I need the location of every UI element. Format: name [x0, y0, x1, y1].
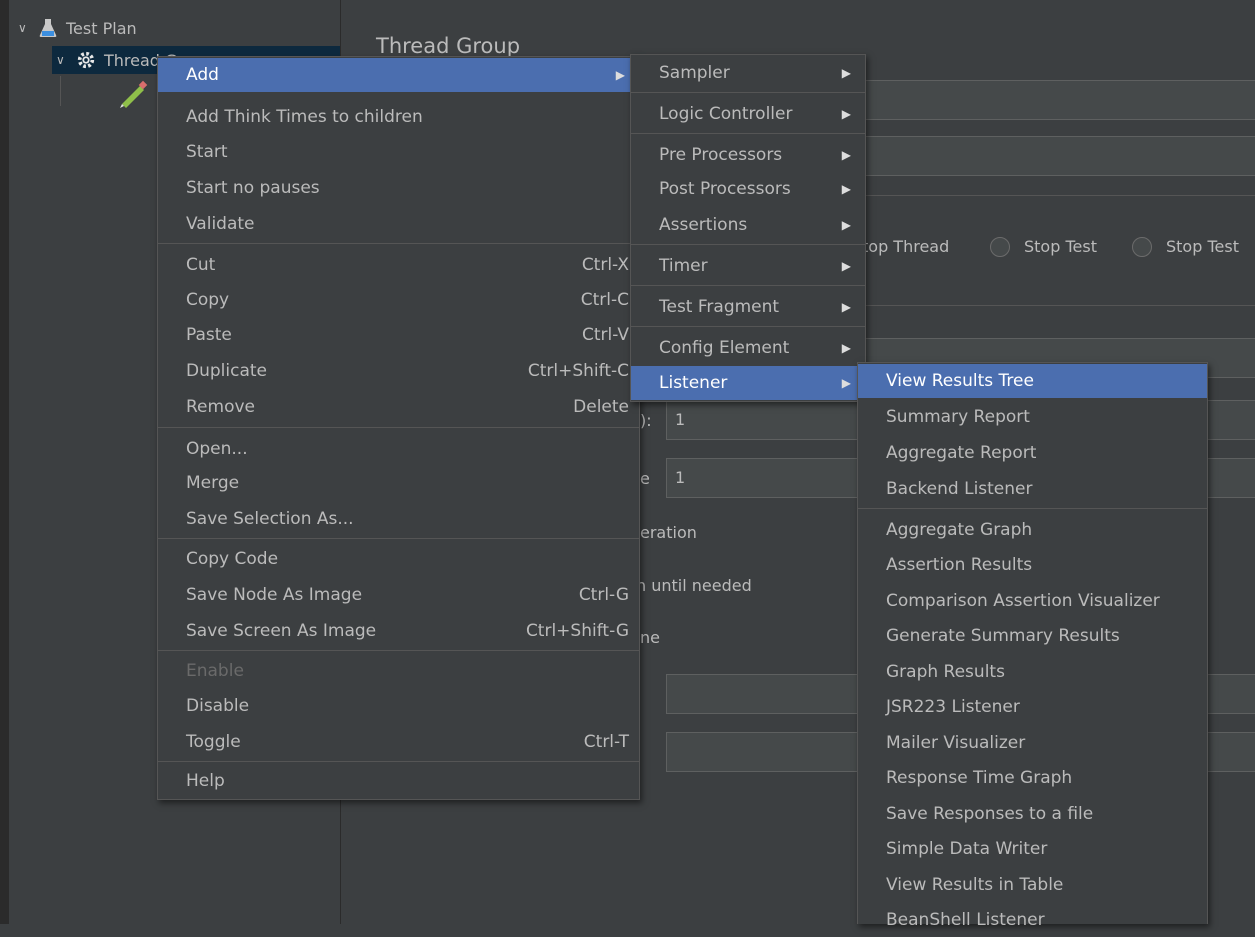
- menu-item-simple-data-writer[interactable]: Simple Data Writer: [858, 832, 1207, 866]
- add-submenu: Sampler ▶ Logic Controller ▶ Pre Processor…: [630, 54, 866, 402]
- menu-item-beanshell-listener[interactable]: BeanShell Listener: [858, 903, 1207, 937]
- menu-item-config-element[interactable]: Config Element ▶: [631, 331, 865, 365]
- menu-item-response-time-graph[interactable]: Response Time Graph: [858, 761, 1207, 795]
- pencil-icon: [118, 80, 150, 112]
- menu-separator: [158, 761, 639, 762]
- menu-item-graph-results[interactable]: Graph Results: [858, 655, 1207, 689]
- ramp-up-value: 1: [675, 468, 686, 487]
- chevron-down-icon[interactable]: ∨: [56, 53, 70, 67]
- chevron-right-icon: ▶: [615, 68, 625, 82]
- threads-value: 1: [675, 410, 686, 429]
- menu-separator: [158, 243, 639, 244]
- menu-item-add[interactable]: Add ▶: [158, 58, 639, 92]
- menu-item-assertions[interactable]: Assertions ▶: [631, 208, 865, 242]
- menu-separator: [631, 92, 865, 93]
- same-user-label: eration: [640, 523, 697, 542]
- chevron-right-icon: ▶: [841, 376, 851, 390]
- left-edge-bar: [0, 0, 9, 924]
- chevron-right-icon: ▶: [841, 341, 851, 355]
- chevron-right-icon: ▶: [841, 182, 851, 196]
- menu-item-start-no-pauses[interactable]: Start no pauses: [158, 171, 639, 205]
- page-title: Thread Group: [376, 34, 521, 58]
- threads-label: ):: [640, 411, 652, 430]
- menu-item-enable: Enable: [186, 661, 244, 681]
- delay-thread-label: n until needed: [636, 576, 752, 595]
- menu-item-assertion-results[interactable]: Assertion Results: [858, 548, 1207, 582]
- menu-item-save-node-as-image[interactable]: Save Node As Image Ctrl-G: [158, 578, 639, 612]
- tree-item-test-plan[interactable]: ∨ Test Plan: [18, 14, 137, 42]
- menu-item-timer[interactable]: Timer ▶: [631, 249, 865, 283]
- chevron-down-icon[interactable]: ∨: [18, 21, 32, 35]
- scheduler-label: ne: [640, 628, 660, 647]
- menu-item-paste[interactable]: Paste Ctrl-V: [158, 318, 639, 352]
- tree-item-label: Test Plan: [66, 18, 137, 38]
- menu-separator: [631, 285, 865, 286]
- ramp-up-label: e: [640, 469, 650, 488]
- menu-separator: [631, 133, 865, 134]
- menu-item-validate[interactable]: Validate: [158, 207, 639, 241]
- menu-item-remove[interactable]: Remove Delete: [158, 390, 639, 424]
- context-menu: Add ▶ Add Think Times to children Start S…: [157, 56, 640, 800]
- radio-stop-test-now[interactable]: [1132, 237, 1152, 257]
- chevron-right-icon: ▶: [841, 107, 851, 121]
- menu-item-post-processors[interactable]: Post Processors ▶: [631, 172, 865, 206]
- menu-item-summary-report[interactable]: Summary Report: [858, 400, 1207, 434]
- menu-item-copy[interactable]: Copy Ctrl-C: [158, 283, 639, 317]
- menu-item-listener[interactable]: Listener ▶: [631, 366, 865, 400]
- menu-item-merge[interactable]: Merge: [158, 466, 639, 500]
- menu-separator: [631, 244, 865, 245]
- menu-item-open[interactable]: Open...: [158, 432, 639, 466]
- chevron-right-icon: ▶: [841, 148, 851, 162]
- menu-item-aggregate-graph[interactable]: Aggregate Graph: [858, 513, 1207, 547]
- menu-separator: [158, 650, 639, 651]
- menu-item-copy-code[interactable]: Copy Code: [158, 542, 639, 576]
- menu-item-save-responses-to-file[interactable]: Save Responses to a file: [858, 797, 1207, 831]
- flask-icon: [38, 18, 58, 38]
- menu-item-disable[interactable]: Disable: [158, 689, 639, 723]
- chevron-right-icon: ▶: [841, 66, 851, 80]
- radio-stop-test-label: Stop Test: [1024, 237, 1097, 256]
- menu-separator: [158, 538, 639, 539]
- menu-item-mailer-visualizer[interactable]: Mailer Visualizer: [858, 726, 1207, 760]
- listener-submenu: View Results Tree Summary Report Aggrega…: [857, 362, 1208, 930]
- menu-item-pre-processors[interactable]: Pre Processors ▶: [631, 138, 865, 172]
- menu-item-toggle[interactable]: Toggle Ctrl-T: [158, 725, 639, 759]
- menu-separator: [158, 427, 639, 428]
- menu-item-duplicate[interactable]: Duplicate Ctrl+Shift-C: [158, 354, 639, 388]
- menu-item-test-fragment[interactable]: Test Fragment ▶: [631, 290, 865, 324]
- chevron-right-icon: ▶: [841, 218, 851, 232]
- menu-item-add-think-times[interactable]: Add Think Times to children: [158, 100, 639, 134]
- chevron-right-icon: ▶: [841, 300, 851, 314]
- menu-item-comparison-assertion-visualizer[interactable]: Comparison Assertion Visualizer: [858, 584, 1207, 618]
- menu-separator: [631, 326, 865, 327]
- menu-item-cut[interactable]: Cut Ctrl-X: [158, 248, 639, 282]
- menu-item-save-selection-as[interactable]: Save Selection As...: [158, 502, 639, 536]
- radio-stop-thread-label: top Thread: [862, 237, 950, 256]
- menu-item-view-results-tree[interactable]: View Results Tree: [858, 364, 1207, 398]
- menu-item-sampler[interactable]: Sampler ▶: [631, 56, 865, 90]
- menu-item-backend-listener[interactable]: Backend Listener: [858, 472, 1207, 506]
- radio-stop-test-now-label: Stop Test: [1166, 237, 1239, 256]
- menu-item-jsr223-listener[interactable]: JSR223 Listener: [858, 690, 1207, 724]
- tree-guide-line: [60, 76, 61, 106]
- menu-item-start[interactable]: Start: [158, 135, 639, 169]
- chevron-right-icon: ▶: [841, 259, 851, 273]
- radio-stop-test[interactable]: [990, 237, 1010, 257]
- menu-item-view-results-in-table[interactable]: View Results in Table: [858, 868, 1207, 902]
- menu-separator: [858, 508, 1207, 509]
- menu-item-generate-summary-results[interactable]: Generate Summary Results: [858, 619, 1207, 653]
- menu-item-logic-controller[interactable]: Logic Controller ▶: [631, 97, 865, 131]
- menu-item-aggregate-report[interactable]: Aggregate Report: [858, 436, 1207, 470]
- gear-icon: [76, 50, 96, 70]
- menu-item-save-screen-as-image[interactable]: Save Screen As Image Ctrl+Shift-G: [158, 614, 639, 648]
- menu-item-help[interactable]: Help: [158, 764, 639, 798]
